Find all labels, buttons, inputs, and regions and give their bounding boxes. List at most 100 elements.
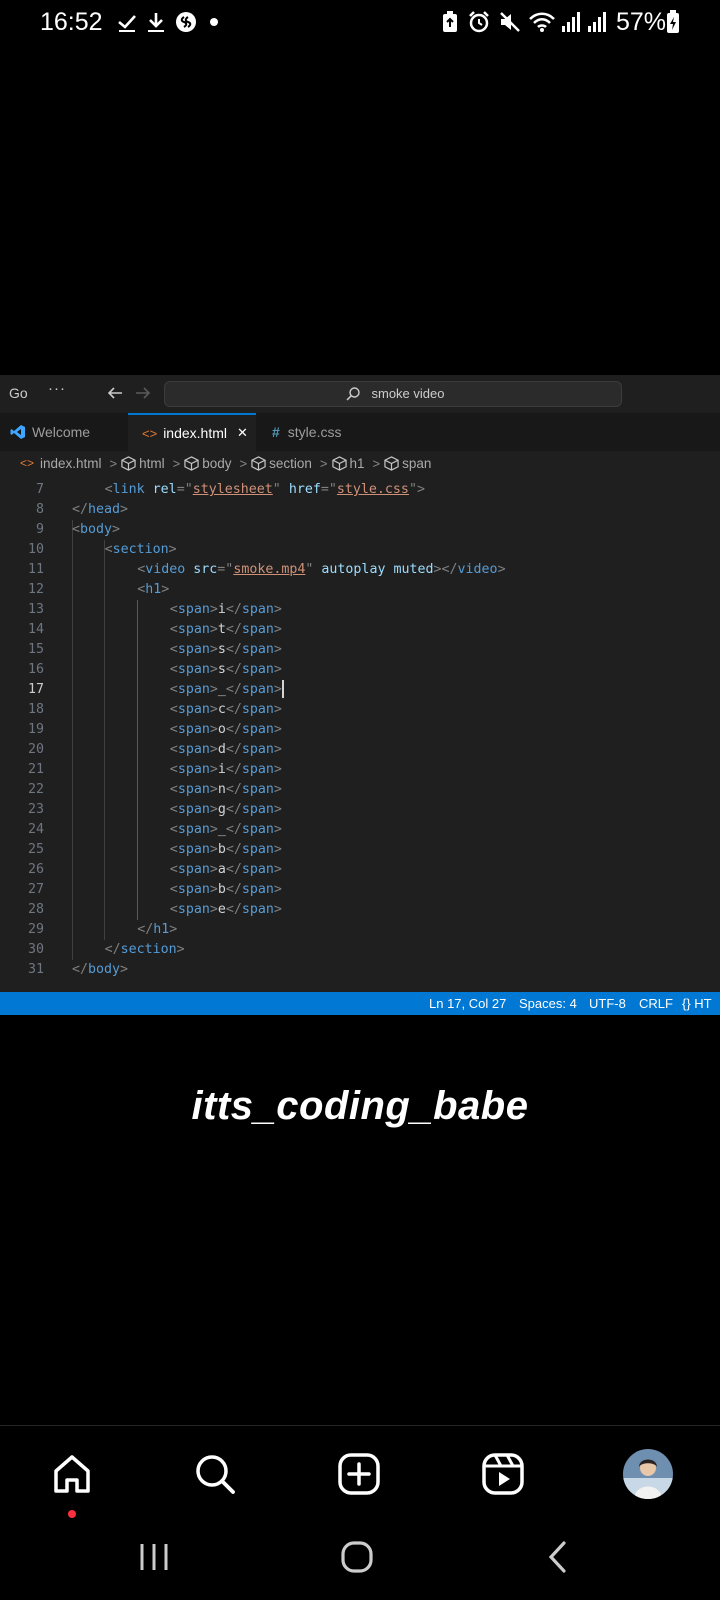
line-number: 28 bbox=[27, 902, 44, 917]
code-token: autoplay bbox=[321, 562, 386, 577]
code-token: span bbox=[177, 682, 210, 697]
chevron-right-icon: > bbox=[109, 455, 118, 471]
language-status[interactable]: {} HT bbox=[682, 992, 712, 1015]
shazam-icon bbox=[174, 9, 198, 35]
code-line[interactable]: 15 <span>s</span> bbox=[0, 640, 720, 660]
code-token: > bbox=[273, 662, 282, 677]
code-token: t bbox=[217, 622, 226, 637]
code-line[interactable]: 29 </h1> bbox=[0, 920, 720, 940]
code-line[interactable]: 23 <span>g</span> bbox=[0, 800, 720, 820]
code-line[interactable]: 13 <span>i</span> bbox=[0, 600, 720, 620]
encoding-status[interactable]: UTF-8 bbox=[589, 992, 626, 1015]
indentation-status[interactable]: Spaces: 4 bbox=[519, 992, 577, 1015]
line-number: 14 bbox=[27, 622, 44, 637]
chevron-right-icon: > bbox=[372, 455, 381, 471]
home-icon[interactable] bbox=[42, 1444, 102, 1504]
code-token: </ bbox=[225, 762, 242, 777]
nav-back-icon[interactable] bbox=[106, 384, 124, 407]
code-line[interactable]: 22 <span>n</span> bbox=[0, 780, 720, 800]
code-line[interactable]: 12 <h1> bbox=[0, 580, 720, 600]
code-token: style.css bbox=[336, 482, 409, 497]
line-number: 12 bbox=[27, 582, 44, 597]
code-token: </ bbox=[72, 962, 89, 977]
code-token: > bbox=[209, 902, 218, 917]
code-line[interactable]: 7 <link rel="stylesheet" href="style.css"… bbox=[0, 480, 720, 500]
eol-status[interactable]: CRLF bbox=[639, 992, 673, 1015]
code-token: g bbox=[217, 802, 226, 817]
tab-welcome[interactable]: Welcome bbox=[0, 413, 128, 451]
code-text: </section> bbox=[105, 940, 185, 960]
line-number: 23 bbox=[27, 802, 44, 817]
menu-go[interactable]: Go bbox=[9, 385, 28, 401]
breadcrumb-item-body[interactable]: body bbox=[184, 455, 232, 471]
code-text: <span>g</span> bbox=[170, 800, 282, 820]
element-icon bbox=[121, 455, 136, 471]
close-icon[interactable]: ✕ bbox=[237, 425, 248, 441]
breadcrumb-item-section[interactable]: section bbox=[251, 456, 312, 471]
breadcrumb-label: index.html bbox=[40, 455, 102, 471]
code-line[interactable]: 9 <body> bbox=[0, 520, 720, 540]
menu-more-button[interactable]: ··· bbox=[48, 380, 66, 397]
command-search-box[interactable]: smoke video bbox=[164, 381, 622, 407]
code-token: < bbox=[169, 862, 178, 877]
code-line[interactable]: 8 </head> bbox=[0, 500, 720, 520]
line-number: 17 bbox=[27, 682, 44, 697]
code-line[interactable]: 18 <span>c</span> bbox=[0, 700, 720, 720]
tab-style-css[interactable]: # style.css bbox=[256, 413, 384, 451]
code-token: </ bbox=[225, 722, 242, 737]
element-icon bbox=[184, 455, 199, 471]
code-line[interactable]: 21 <span>i</span> bbox=[0, 760, 720, 780]
battery-saver-icon bbox=[440, 9, 460, 35]
code-line[interactable]: 28 <span>e</span> bbox=[0, 900, 720, 920]
back-icon[interactable] bbox=[546, 1540, 570, 1579]
breadcrumb-item-file[interactable]: <> index.html bbox=[20, 456, 102, 471]
code-text: <link rel="stylesheet" href="style.css"> bbox=[105, 480, 425, 500]
code-token: span bbox=[177, 742, 210, 757]
code-editor[interactable]: 7 <link rel="stylesheet" href="style.css"… bbox=[0, 475, 720, 992]
code-token: < bbox=[72, 522, 81, 537]
code-line[interactable]: 14 <span>t</span> bbox=[0, 620, 720, 640]
line-number: 25 bbox=[27, 842, 44, 857]
code-line[interactable]: 25 <span>b</span> bbox=[0, 840, 720, 860]
code-line[interactable]: 16 <span>s</span> bbox=[0, 660, 720, 680]
tab-index-html[interactable]: <> index.html ✕ bbox=[128, 413, 256, 451]
code-line[interactable]: 24 <span>_</span> bbox=[0, 820, 720, 840]
breadcrumb-item-span[interactable]: span bbox=[384, 456, 431, 471]
code-line[interactable]: 17 <span>_</span> bbox=[0, 680, 720, 700]
code-token: < bbox=[169, 622, 178, 637]
code-token: b bbox=[217, 882, 226, 897]
tab-label: style.css bbox=[287, 424, 342, 440]
code-line[interactable]: 11 <video src="smoke.mp4" autoplay muted>… bbox=[0, 560, 720, 580]
code-token: > bbox=[209, 802, 218, 817]
code-token: span bbox=[177, 862, 210, 877]
code-text: <span>e</span> bbox=[170, 900, 282, 920]
code-line[interactable]: 20 <span>d</span> bbox=[0, 740, 720, 760]
code-token: = bbox=[320, 482, 329, 497]
breadcrumb-item-h1[interactable]: h1 bbox=[331, 456, 365, 471]
code-line[interactable]: 27 <span>b</span> bbox=[0, 880, 720, 900]
code-line[interactable]: 30 </section> bbox=[0, 940, 720, 960]
code-token: = bbox=[176, 482, 185, 497]
code-token: section bbox=[112, 542, 169, 557]
code-token: > bbox=[273, 642, 282, 657]
code-token: stylesheet bbox=[192, 482, 273, 497]
code-token: > bbox=[169, 922, 178, 937]
code-token: </ bbox=[225, 622, 242, 637]
reels-icon[interactable] bbox=[473, 1444, 533, 1504]
breadcrumb-label: span bbox=[402, 455, 432, 471]
code-line[interactable]: 10 <section> bbox=[0, 540, 720, 560]
create-icon[interactable] bbox=[329, 1444, 389, 1504]
nav-forward-icon[interactable] bbox=[134, 384, 152, 407]
vscode-window: Go ··· smoke video Welcome <> index.html… bbox=[0, 375, 720, 1015]
search-icon[interactable] bbox=[185, 1444, 245, 1504]
home-button-icon[interactable] bbox=[340, 1540, 374, 1579]
code-token: </ bbox=[137, 922, 154, 937]
profile-avatar[interactable] bbox=[618, 1444, 678, 1504]
code-token: > bbox=[273, 682, 282, 697]
breadcrumb-item-html[interactable]: html bbox=[121, 456, 165, 471]
cursor-position[interactable]: Ln 17, Col 27 bbox=[429, 992, 506, 1015]
recent-apps-icon[interactable] bbox=[137, 1542, 171, 1577]
code-line[interactable]: 31 </body> bbox=[0, 960, 720, 980]
code-line[interactable]: 26 <span>a</span> bbox=[0, 860, 720, 880]
code-line[interactable]: 19 <span>o</span> bbox=[0, 720, 720, 740]
